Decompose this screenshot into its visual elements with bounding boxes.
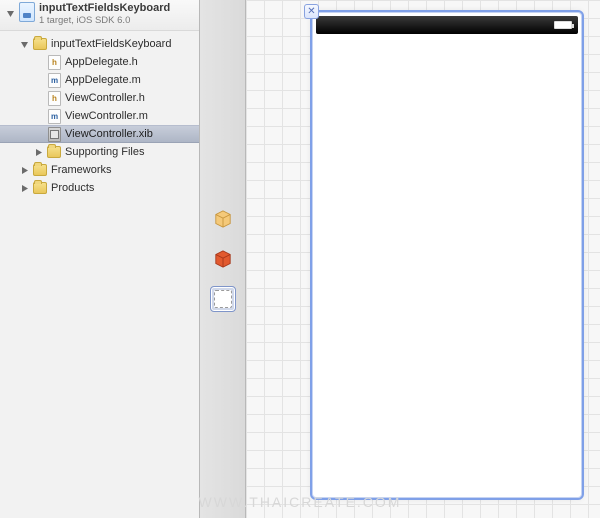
- disclosure-icon[interactable]: [6, 5, 15, 14]
- view-icon: [214, 290, 232, 308]
- tree-file[interactable]: h ViewController.h: [0, 89, 199, 107]
- tree-group[interactable]: Supporting Files: [0, 143, 199, 161]
- tree-file-label: AppDelegate.m: [65, 74, 141, 86]
- tree-file-label: AppDelegate.h: [65, 56, 138, 68]
- tree-file-selected[interactable]: ViewController.xib: [0, 125, 199, 143]
- xcode-project-icon: [19, 2, 35, 22]
- impl-file-icon: m: [48, 73, 61, 88]
- folder-icon: [47, 146, 61, 158]
- ib-dock: [200, 0, 246, 518]
- chevron-right-icon[interactable]: [34, 148, 43, 157]
- tree-file[interactable]: m AppDelegate.m: [0, 71, 199, 89]
- folder-icon: [33, 38, 47, 50]
- cube-icon: [214, 210, 232, 228]
- tree-file[interactable]: h AppDelegate.h: [0, 53, 199, 71]
- project-header-text: inputTextFieldsKeyboard 1 target, iOS SD…: [39, 2, 170, 26]
- impl-file-icon: m: [48, 109, 61, 124]
- folder-icon: [33, 164, 47, 176]
- header-file-icon: h: [48, 91, 61, 106]
- xib-file-icon: [48, 127, 61, 142]
- tree-file-label: ViewController.m: [65, 110, 148, 122]
- chevron-right-icon[interactable]: [20, 166, 29, 175]
- tree-group-label: Supporting Files: [65, 146, 145, 158]
- tree-group-root[interactable]: inputTextFieldsKeyboard: [0, 35, 199, 53]
- project-subtitle: 1 target, iOS SDK 6.0: [39, 15, 170, 26]
- battery-icon: [554, 21, 572, 29]
- tree-group-label: Frameworks: [51, 164, 112, 176]
- close-handle-icon[interactable]: ✕: [304, 4, 319, 19]
- dock-item-files-owner[interactable]: [210, 206, 236, 232]
- project-header[interactable]: inputTextFieldsKeyboard 1 target, iOS SD…: [0, 0, 199, 31]
- project-navigator: inputTextFieldsKeyboard 1 target, iOS SD…: [0, 0, 200, 518]
- dock-item-view[interactable]: [210, 286, 236, 312]
- chevron-right-icon[interactable]: [20, 184, 29, 193]
- file-tree: inputTextFieldsKeyboard h AppDelegate.h …: [0, 31, 199, 201]
- device-view-frame[interactable]: ✕: [310, 10, 584, 500]
- chevron-down-icon[interactable]: [20, 40, 29, 49]
- tree-group-label: Products: [51, 182, 94, 194]
- dock-item-first-responder[interactable]: [210, 246, 236, 272]
- tree-group[interactable]: Products: [0, 179, 199, 197]
- status-bar: [316, 16, 578, 34]
- tree-group-label: inputTextFieldsKeyboard: [51, 38, 171, 50]
- cube-icon: [214, 250, 232, 268]
- tree-file-label: ViewController.h: [65, 92, 145, 104]
- folder-icon: [33, 182, 47, 194]
- tree-file[interactable]: m ViewController.m: [0, 107, 199, 125]
- header-file-icon: h: [48, 55, 61, 70]
- tree-group[interactable]: Frameworks: [0, 161, 199, 179]
- ib-canvas[interactable]: ✕: [246, 0, 600, 518]
- tree-file-label: ViewController.xib: [65, 128, 153, 140]
- project-name: inputTextFieldsKeyboard: [39, 2, 170, 15]
